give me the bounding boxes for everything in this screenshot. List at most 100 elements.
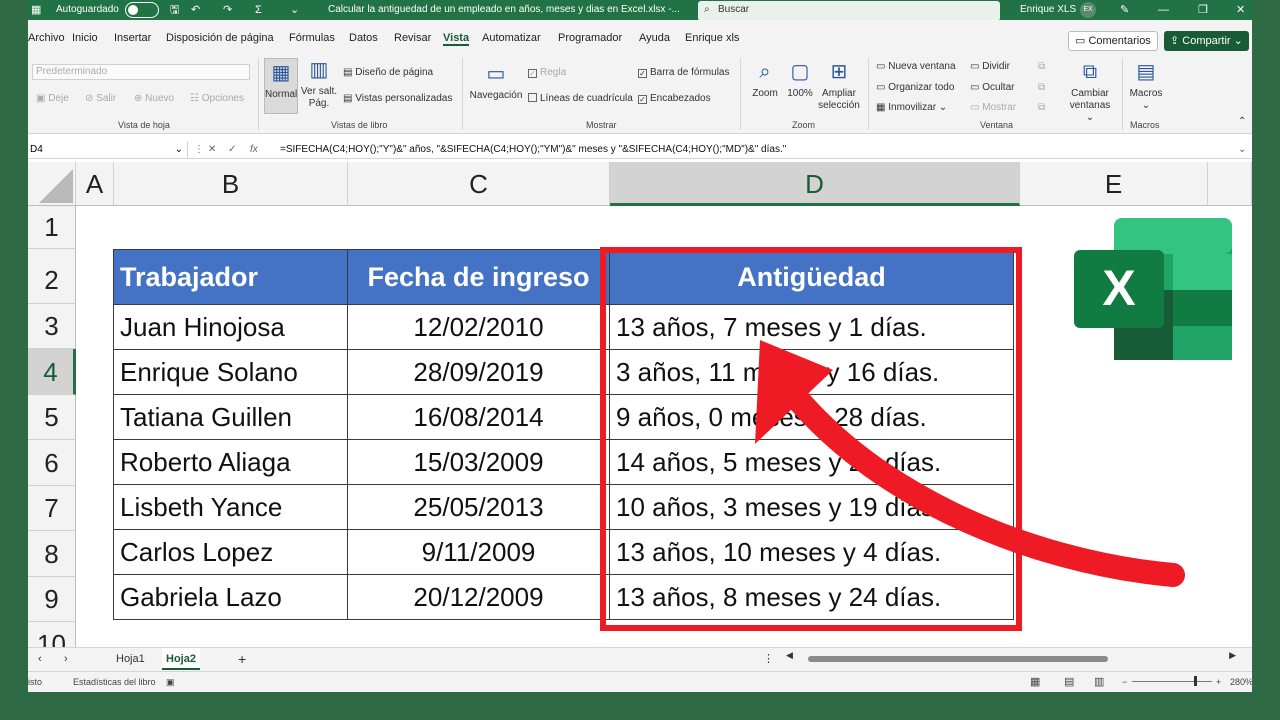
tab-ayuda[interactable]: Ayuda bbox=[639, 30, 670, 46]
save-icon[interactable]: 🖫 bbox=[170, 0, 179, 20]
reset-position-icon[interactable]: ⧉ bbox=[1038, 102, 1045, 114]
headings-checkbox[interactable]: ✓ Encabezados bbox=[638, 93, 711, 105]
cell-seniority[interactable]: 14 años, 5 meses y 29 días. bbox=[609, 439, 1014, 485]
row-header-4[interactable]: 4 bbox=[28, 349, 76, 395]
cell-name[interactable]: Tatiana Guillen bbox=[113, 394, 348, 440]
cancel-icon[interactable]: ✕ bbox=[208, 141, 216, 159]
sheet-tab-hoja2[interactable]: Hoja2 bbox=[162, 648, 200, 670]
options-button[interactable]: ☷ Opciones bbox=[190, 93, 244, 105]
column-header-b[interactable]: B bbox=[114, 162, 348, 206]
hide-button[interactable]: ▭ Ocultar bbox=[970, 82, 1014, 94]
row-header-10[interactable]: 10 bbox=[28, 622, 76, 647]
row-header-1[interactable]: 1 bbox=[28, 206, 76, 249]
column-header-e[interactable]: E bbox=[1020, 162, 1208, 206]
page-break-button[interactable]: ▥ Ver salt. Pág. bbox=[300, 58, 338, 110]
row-header-8[interactable]: 8 bbox=[28, 531, 76, 577]
close-icon[interactable]: ✕ bbox=[1236, 0, 1245, 20]
custom-views-button[interactable]: ▤ Vistas personalizadas bbox=[343, 93, 452, 105]
header-fecha-ingreso[interactable]: Fecha de ingreso bbox=[347, 249, 610, 305]
comments-button[interactable]: ▭ Comentarios bbox=[1068, 31, 1158, 51]
cell-seniority[interactable]: 13 años, 7 meses y 1 días. bbox=[609, 304, 1014, 350]
share-button[interactable]: ⇪ Compartir ⌄ bbox=[1164, 31, 1249, 51]
zoom-in-icon[interactable]: + bbox=[1216, 672, 1221, 692]
page-layout-button[interactable]: ▤ Diseño de página bbox=[343, 67, 433, 79]
scroll-tabs-left-icon[interactable]: ‹ bbox=[38, 648, 42, 670]
expand-formula-icon[interactable]: ⌄ bbox=[1238, 141, 1246, 159]
cell-name[interactable]: Enrique Solano bbox=[113, 349, 348, 395]
header-antiguedad[interactable]: Antigüedad bbox=[609, 249, 1014, 305]
cell-name[interactable]: Carlos Lopez bbox=[113, 529, 348, 575]
zoom-100-button[interactable]: ▢ 100% bbox=[784, 60, 816, 100]
unhide-button[interactable]: ▭ Mostrar bbox=[970, 102, 1016, 114]
cell-seniority[interactable]: 3 años, 11 meses y 16 días. bbox=[609, 349, 1014, 395]
column-header-a[interactable]: A bbox=[76, 162, 114, 206]
name-box[interactable]: D4 ⌄ bbox=[28, 141, 188, 159]
normal-view-button[interactable]: ▦ Normal bbox=[264, 58, 298, 114]
tab-disposicion[interactable]: Disposición de página bbox=[166, 30, 274, 46]
ruler-checkbox[interactable]: ✓ Regla bbox=[528, 67, 566, 79]
zoom-button[interactable]: ⌕ Zoom bbox=[746, 60, 784, 100]
autosave-toggle[interactable] bbox=[125, 2, 159, 18]
page-layout-icon[interactable]: ▤ bbox=[1064, 672, 1074, 692]
insert-function-button[interactable]: fx bbox=[250, 141, 258, 159]
tab-formulas[interactable]: Fórmulas bbox=[289, 30, 335, 46]
tab-datos[interactable]: Datos bbox=[349, 30, 378, 46]
tab-archivo[interactable]: Archivo bbox=[28, 30, 65, 46]
row-header-9[interactable]: 9 bbox=[28, 577, 76, 622]
cell-date[interactable]: 15/03/2009 bbox=[347, 439, 610, 485]
enter-icon[interactable]: ✓ bbox=[228, 141, 236, 159]
tab-automatizar[interactable]: Automatizar bbox=[482, 30, 541, 46]
cell-seniority[interactable]: 13 años, 8 meses y 24 días. bbox=[609, 574, 1014, 620]
formula-bar-checkbox[interactable]: ✓ Barra de fórmulas bbox=[638, 67, 729, 79]
horizontal-scrollbar[interactable]: ◀ ▶ bbox=[786, 650, 1236, 663]
worksheet[interactable]: A B C D E 1 2 3 4 5 6 7 8 9 10 Trabajado… bbox=[28, 162, 1252, 647]
cell-name[interactable]: Gabriela Lazo bbox=[113, 574, 348, 620]
scroll-tabs-right-icon[interactable]: › bbox=[64, 648, 68, 670]
select-all-corner[interactable] bbox=[28, 162, 76, 206]
more-icon[interactable]: ⋮ bbox=[763, 648, 774, 670]
zoom-out-icon[interactable]: − bbox=[1122, 672, 1127, 692]
sheet-view-dropdown[interactable]: Predeterminado bbox=[32, 64, 250, 80]
cell-name[interactable]: Roberto Aliaga bbox=[113, 439, 348, 485]
collapse-ribbon-icon[interactable]: ⌃ bbox=[1238, 116, 1246, 128]
autosum-icon[interactable]: Σ bbox=[255, 0, 262, 20]
sheet-tab-hoja1[interactable]: Hoja1 bbox=[116, 648, 145, 670]
cell-name[interactable]: Juan Hinojosa bbox=[113, 304, 348, 350]
row-header-7[interactable]: 7 bbox=[28, 486, 76, 531]
freeze-panes-button[interactable]: ▦ Inmovilizar ⌄ bbox=[876, 102, 947, 114]
tab-programador[interactable]: Programador bbox=[558, 30, 622, 46]
row-header-5[interactable]: 5 bbox=[28, 395, 76, 440]
split-button[interactable]: ▭ Dividir bbox=[970, 61, 1010, 73]
tab-enrique-xls[interactable]: Enrique xls bbox=[685, 30, 739, 46]
minimize-icon[interactable]: — bbox=[1158, 0, 1169, 20]
sync-scroll-icon[interactable]: ⧉ bbox=[1038, 82, 1045, 94]
undo-icon[interactable]: ↶ bbox=[191, 0, 200, 20]
column-header-f[interactable] bbox=[1208, 162, 1252, 206]
arrange-all-button[interactable]: ▭ Organizar todo bbox=[876, 82, 954, 94]
column-header-c[interactable]: C bbox=[348, 162, 610, 206]
view-side-by-side-icon[interactable]: ⧉ bbox=[1038, 61, 1045, 73]
switch-windows-button[interactable]: ⧉ Cambiar ventanas ⌄ bbox=[1066, 60, 1114, 124]
accessibility-icon[interactable]: ▣ bbox=[166, 672, 175, 692]
zoom-slider[interactable] bbox=[1132, 676, 1212, 686]
cell-seniority[interactable]: 9 años, 0 meses y 28 días. bbox=[609, 394, 1014, 440]
cell-seniority[interactable]: 10 años, 3 meses y 19 días. bbox=[609, 484, 1014, 530]
page-break-preview-icon[interactable]: ▥ bbox=[1094, 672, 1104, 692]
customize-toolbar-icon[interactable]: ⌄ bbox=[290, 0, 299, 20]
tab-inicio[interactable]: Inicio bbox=[72, 30, 98, 46]
normal-view-icon[interactable]: ▦ bbox=[1030, 672, 1040, 692]
header-trabajador[interactable]: Trabajador bbox=[113, 249, 348, 305]
exit-button[interactable]: ⊘ Salir bbox=[85, 93, 116, 105]
macros-button[interactable]: ▤ Macros ⌄ bbox=[1126, 60, 1166, 112]
new-window-button[interactable]: ▭ Nueva ventana bbox=[876, 61, 956, 73]
pen-icon[interactable]: ✎ bbox=[1120, 0, 1129, 20]
keep-button[interactable]: ▣ Deje bbox=[36, 93, 69, 105]
avatar[interactable]: EX bbox=[1080, 2, 1096, 18]
cell-date[interactable]: 9/11/2009 bbox=[347, 529, 610, 575]
tab-insertar[interactable]: Insertar bbox=[114, 30, 151, 46]
tab-vista[interactable]: Vista bbox=[443, 30, 470, 46]
scroll-left-icon[interactable]: ◀ bbox=[786, 650, 793, 661]
row-header-6[interactable]: 6 bbox=[28, 440, 76, 486]
cell-date[interactable]: 16/08/2014 bbox=[347, 394, 610, 440]
cell-name[interactable]: Lisbeth Yance bbox=[113, 484, 348, 530]
